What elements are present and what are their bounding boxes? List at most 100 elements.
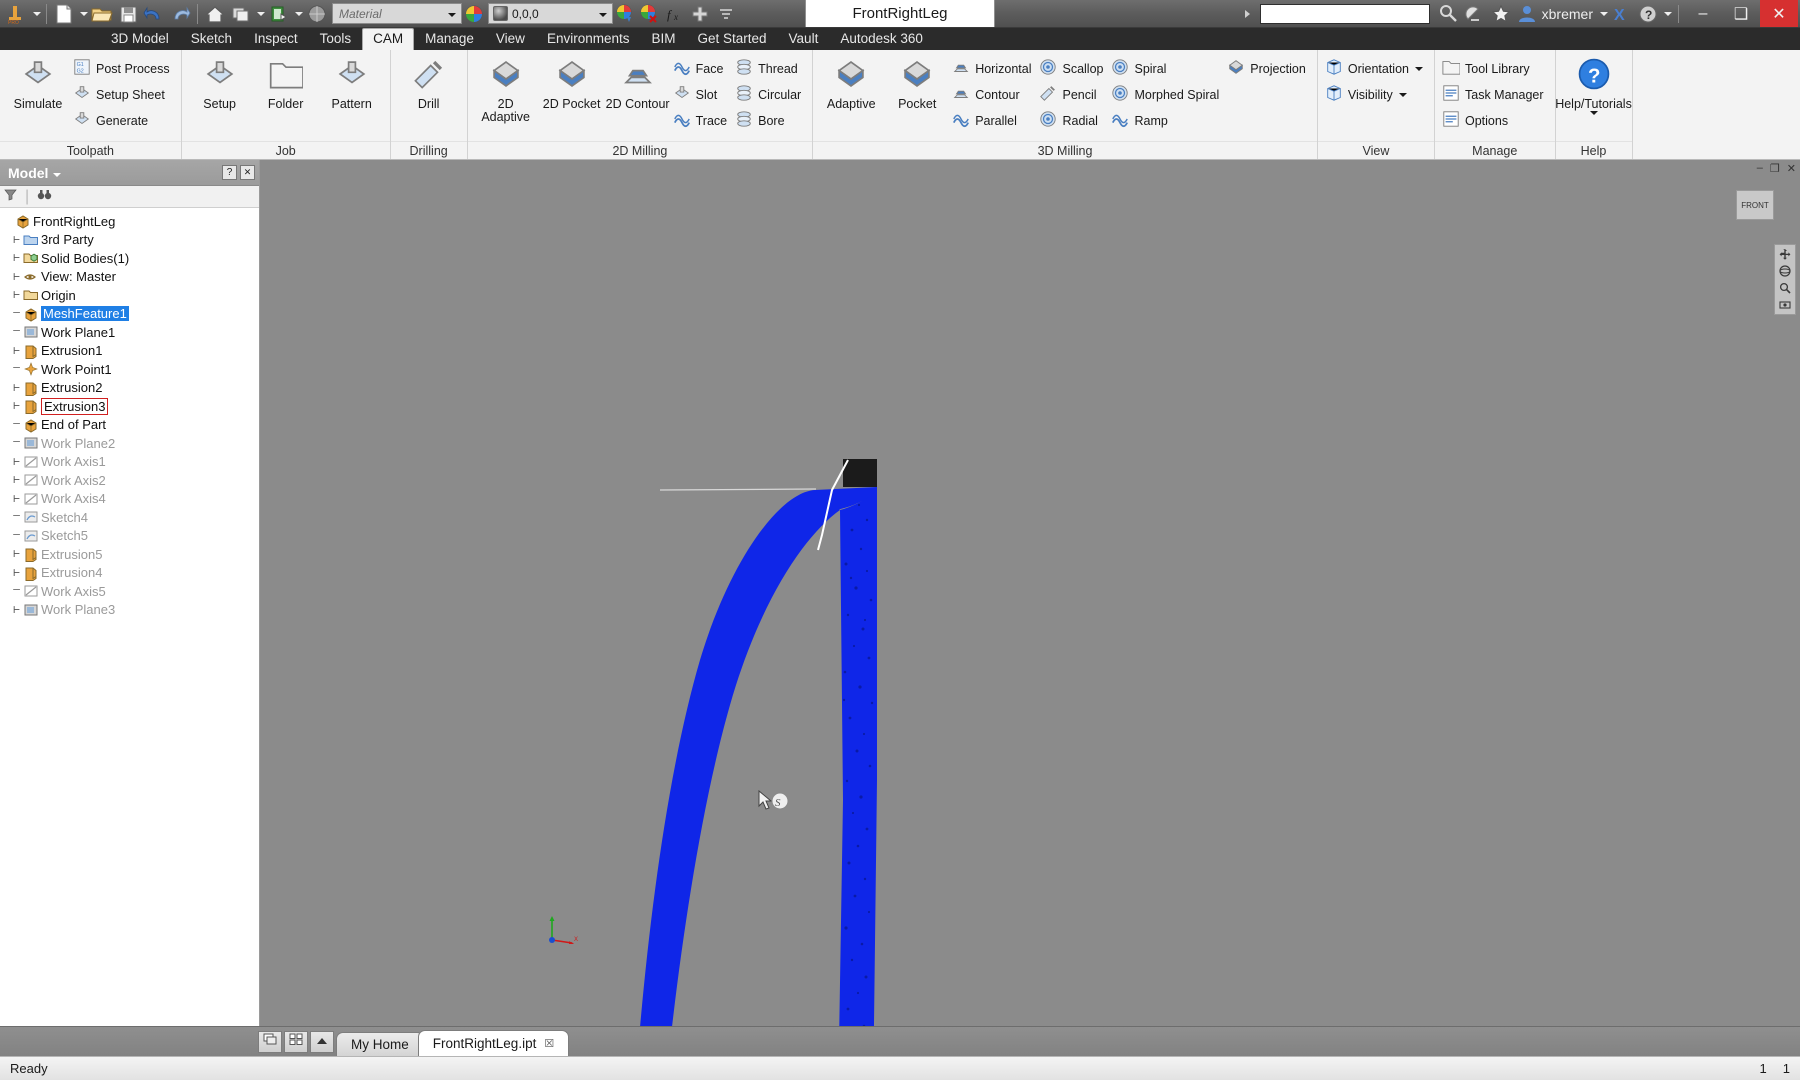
material-browser-icon[interactable] <box>462 1 486 27</box>
canvas-restore-button[interactable]: ❐ <box>1770 162 1780 175</box>
ribbon-button-visibility[interactable]: Visibility <box>1323 82 1429 108</box>
add-to-qat-icon[interactable] <box>687 1 713 27</box>
tree-item-meshfeature1[interactable]: ─ MeshFeature1 <box>0 305 259 324</box>
ribbon-tab-sketch[interactable]: Sketch <box>180 28 243 50</box>
tree-expander-icon[interactable]: ⊢ <box>10 268 23 286</box>
chevron-down-icon[interactable] <box>1415 67 1423 71</box>
tree-item-end-of-part[interactable]: ─ End of Part <box>0 416 259 435</box>
pan-icon[interactable] <box>1778 248 1792 260</box>
tree-item-view-master[interactable]: ⊢ View: Master <box>0 268 259 287</box>
tree-expander-icon[interactable]: ─ <box>10 360 23 378</box>
ribbon-button-task-manager[interactable]: Task Manager <box>1440 82 1550 108</box>
ribbon-button-2d-pocket[interactable]: 2D Pocket <box>539 54 605 111</box>
graphics-canvas[interactable]: – ❐ ✕ FRONT S X <box>260 160 1800 1026</box>
ribbon-button-horizontal[interactable]: Horizontal <box>950 56 1037 82</box>
ribbon-tab-autodesk-360[interactable]: Autodesk 360 <box>829 28 934 50</box>
tree-item-work-plane1[interactable]: ─ Work Plane1 <box>0 323 259 342</box>
ribbon-button-pocket[interactable]: Pocket <box>884 54 950 111</box>
tree-expander-icon[interactable]: ─ <box>10 508 23 526</box>
tree-item-origin[interactable]: ⊢ Origin <box>0 286 259 305</box>
ribbon-button-thread[interactable]: Thread <box>733 56 807 82</box>
ribbon-tab-environments[interactable]: Environments <box>536 28 641 50</box>
ribbon-tab-tools[interactable]: Tools <box>309 28 363 50</box>
scroll-tabs-up-button[interactable] <box>310 1031 334 1053</box>
ribbon-button-pencil[interactable]: Pencil <box>1037 82 1109 108</box>
tree-item-frontrightleg[interactable]: FrontRightLeg <box>0 212 259 231</box>
ribbon-button-bore[interactable]: Bore <box>733 108 807 134</box>
user-menu-caret-icon[interactable] <box>1597 1 1609 27</box>
exchange-apps-icon[interactable]: X <box>1609 1 1635 27</box>
tree-expander-icon[interactable]: ⊢ <box>10 564 23 582</box>
material-selector[interactable]: Material <box>332 3 462 24</box>
ribbon-tab-3d-model[interactable]: 3D Model <box>100 28 180 50</box>
search-icon[interactable] <box>1436 1 1462 27</box>
fx-parameters-icon[interactable]: fx <box>661 1 687 27</box>
canvas-close-button[interactable]: ✕ <box>1787 162 1796 175</box>
qat-logo-dropdown[interactable] <box>30 1 42 27</box>
new-file-dropdown[interactable] <box>77 1 89 27</box>
ribbon-button-tool-library[interactable]: Tool Library <box>1440 56 1550 82</box>
ribbon-button-folder[interactable]: Folder <box>253 54 319 111</box>
tree-item-extrusion2[interactable]: ⊢ Extrusion2 <box>0 379 259 398</box>
close-icon[interactable]: ☒ <box>544 1037 554 1050</box>
ribbon-button-projection[interactable]: Projection <box>1225 56 1312 82</box>
clear-appearance-icon[interactable] <box>637 1 661 27</box>
tree-item-work-axis1[interactable]: ⊢ Work Axis1 <box>0 453 259 472</box>
view-cube[interactable]: FRONT <box>1736 190 1774 220</box>
tree-expander-icon[interactable]: ⊢ <box>10 545 23 563</box>
update-dropdown[interactable] <box>292 1 304 27</box>
ribbon-button-generate[interactable]: Generate <box>71 108 176 134</box>
appearance-selector[interactable]: 0,0,0 <box>488 3 613 24</box>
help-question-icon[interactable]: ? <box>1635 1 1661 27</box>
ribbon-button-ramp[interactable]: Ramp <box>1109 108 1225 134</box>
tree-expander-icon[interactable]: ⊢ <box>10 286 23 304</box>
tree-expander-icon[interactable]: ⊢ <box>10 231 23 249</box>
ribbon-tab-get-started[interactable]: Get Started <box>687 28 778 50</box>
tree-item-work-axis5[interactable]: ─ Work Axis5 <box>0 582 259 601</box>
part-model-3d[interactable] <box>260 160 1800 1026</box>
ribbon-button-drill[interactable]: Drill <box>396 54 462 111</box>
satellite-dish-icon[interactable] <box>1462 1 1488 27</box>
ribbon-button-setup-sheet[interactable]: Setup Sheet <box>71 82 176 108</box>
browser-close-button[interactable]: ✕ <box>240 165 255 180</box>
tree-item-work-plane3[interactable]: ⊢ Work Plane3 <box>0 601 259 620</box>
update-icon[interactable] <box>266 1 292 27</box>
ribbon-button-circular[interactable]: Circular <box>733 82 807 108</box>
ribbon-button-slot[interactable]: Slot <box>671 82 734 108</box>
tree-item-extrusion3[interactable]: ⊢ Extrusion3 <box>0 397 259 416</box>
search-input[interactable] <box>1259 3 1430 24</box>
ribbon-button-help-tutorials[interactable]: ? Help/Tutorials <box>1555 54 1632 115</box>
tree-expander-icon[interactable]: ⊢ <box>10 471 23 489</box>
zoom-icon[interactable] <box>1778 282 1792 294</box>
binoculars-icon[interactable] <box>37 188 52 206</box>
tree-expander-icon[interactable]: ─ <box>10 434 23 452</box>
ribbon-button-orientation[interactable]: Orientation <box>1323 56 1429 82</box>
ribbon-button-adaptive[interactable]: Adaptive <box>818 54 884 111</box>
new-file-icon[interactable] <box>51 1 77 27</box>
ribbon-tab-view[interactable]: View <box>485 28 536 50</box>
tree-item-extrusion1[interactable]: ⊢ Extrusion1 <box>0 342 259 361</box>
tree-item-extrusion5[interactable]: ⊢ Extrusion5 <box>0 545 259 564</box>
tree-item-sketch5[interactable]: ─ Sketch5 <box>0 527 259 546</box>
ribbon-button-2d-adaptive[interactable]: 2D Adaptive <box>473 54 539 124</box>
ribbon-tab-cam[interactable]: CAM <box>362 28 415 50</box>
cascade-windows-button[interactable] <box>258 1031 282 1053</box>
tree-item-extrusion4[interactable]: ⊢ Extrusion4 <box>0 564 259 583</box>
return-icon[interactable] <box>228 1 254 27</box>
tree-item-work-plane2[interactable]: ─ Work Plane2 <box>0 434 259 453</box>
browser-help-button[interactable]: ? <box>222 165 237 180</box>
ribbon-button-parallel[interactable]: Parallel <box>950 108 1037 134</box>
inventor-logo-icon[interactable]: PRO <box>0 1 30 27</box>
ribbon-button-2d-contour[interactable]: 2D Contour <box>605 54 671 111</box>
tree-expander-icon[interactable]: ─ <box>10 416 23 434</box>
ribbon-button-contour[interactable]: Contour <box>950 82 1037 108</box>
ribbon-button-options[interactable]: Options <box>1440 108 1550 134</box>
tree-expander-icon[interactable]: ─ <box>10 582 23 600</box>
tree-expander-icon[interactable]: ⊢ <box>10 453 23 471</box>
ribbon-button-radial[interactable]: Radial <box>1037 108 1109 134</box>
redo-arrow-icon[interactable] <box>167 1 193 27</box>
home-icon[interactable] <box>202 1 228 27</box>
ribbon-button-face[interactable]: Face <box>671 56 734 82</box>
chevron-down-icon[interactable] <box>1398 93 1407 97</box>
ribbon-button-simulate[interactable]: Simulate <box>5 54 71 111</box>
